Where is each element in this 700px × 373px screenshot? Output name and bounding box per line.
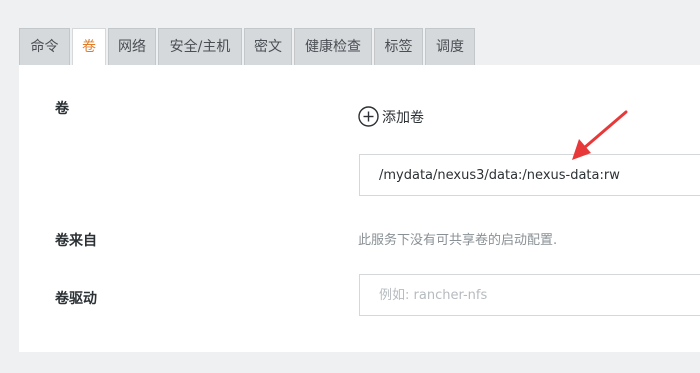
tab-network[interactable]: 网络 <box>108 28 156 65</box>
volumes-label: 卷 <box>55 101 69 117</box>
volume-driver-input[interactable] <box>359 274 700 316</box>
volumes-from-label: 卷来自 <box>55 233 97 249</box>
tab-secrets[interactable]: 密文 <box>244 28 292 65</box>
volume-driver-label: 卷驱动 <box>55 291 97 307</box>
tab-volumes[interactable]: 卷 <box>72 28 106 66</box>
plus-circle-icon <box>358 106 379 127</box>
add-volume-button[interactable]: 添加卷 <box>358 106 424 127</box>
tab-labels[interactable]: 标签 <box>374 28 423 65</box>
tab-command[interactable]: 命令 <box>19 28 70 65</box>
volume-input[interactable] <box>359 154 700 196</box>
add-volume-label: 添加卷 <box>382 109 424 126</box>
annotation-arrow-icon <box>572 110 628 160</box>
volumes-from-hint: 此服务下没有可共享卷的启动配置. <box>358 233 558 248</box>
tab-bar: 命令 卷 网络 安全/主机 密文 健康检查 标签 调度 <box>19 28 477 66</box>
tab-scheduling[interactable]: 调度 <box>425 28 475 65</box>
tab-health-check[interactable]: 健康检查 <box>294 28 372 65</box>
tab-security-host[interactable]: 安全/主机 <box>158 28 242 65</box>
